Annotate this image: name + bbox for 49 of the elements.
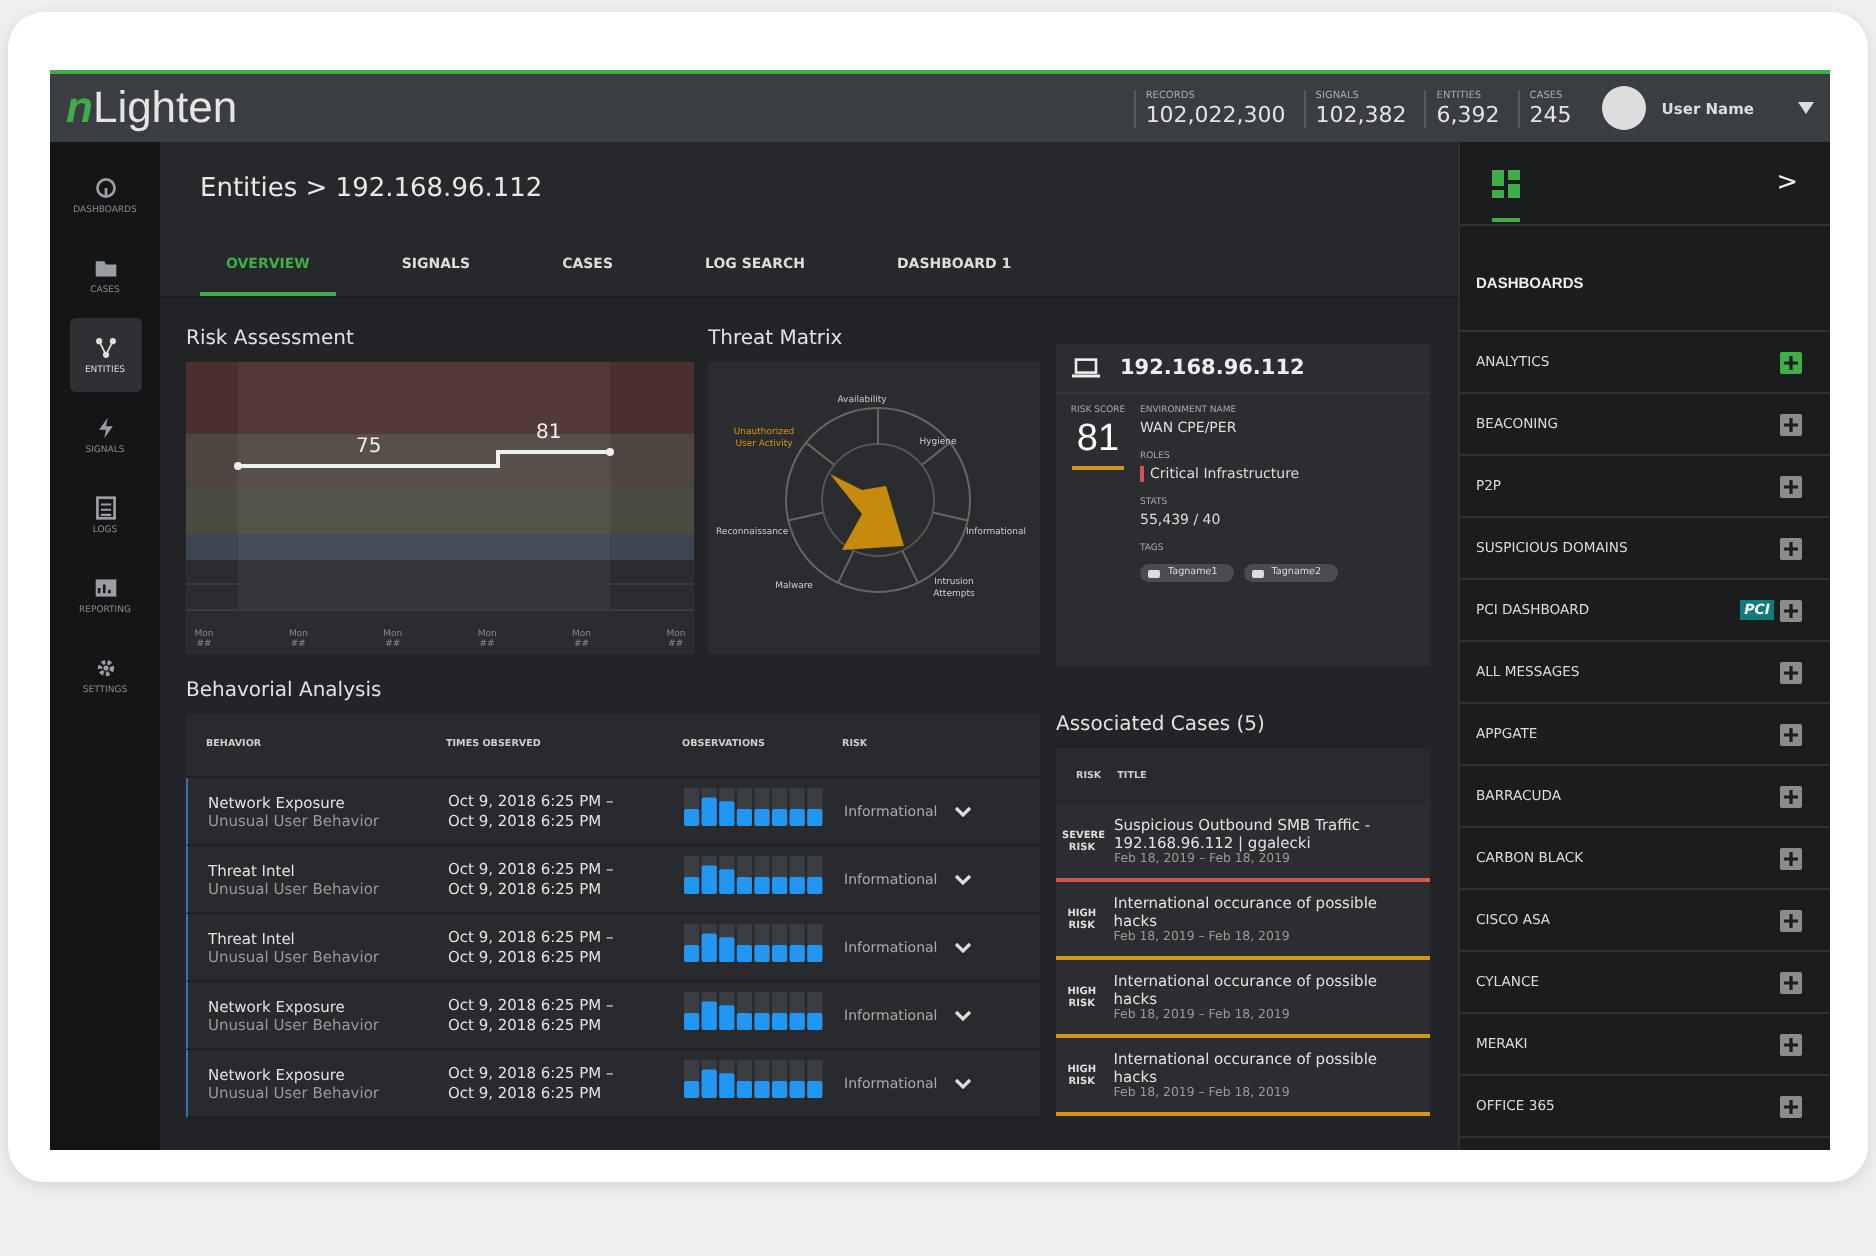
add-button[interactable] (1780, 537, 1802, 559)
add-button[interactable] (1780, 785, 1802, 807)
stat-value: 102,022,300 (1145, 101, 1286, 127)
folder-icon (93, 255, 117, 279)
add-button[interactable] (1780, 847, 1802, 869)
observation-bars-drawing (684, 992, 824, 1030)
chevron-down-icon[interactable] (953, 941, 972, 953)
observation-bars-drawing (684, 1060, 824, 1098)
add-button[interactable] (1780, 723, 1802, 745)
list-icon (93, 495, 117, 519)
nodes-icon (93, 335, 117, 359)
stat-value: 245 (1529, 101, 1572, 127)
caret-icon[interactable] (1798, 102, 1814, 114)
add-button[interactable] (1780, 1095, 1802, 1117)
stat-value: 102,382 (1315, 101, 1407, 127)
score-label: 81 (536, 422, 562, 444)
chevron-down-icon[interactable] (953, 1077, 972, 1089)
entity-name: 192.168.96.112 (1120, 356, 1305, 380)
avatar-circle[interactable] (1601, 86, 1646, 130)
score-label: 75 (356, 436, 382, 458)
bolt-icon (93, 415, 117, 439)
laptop-icon (1072, 358, 1100, 378)
gear-icon (93, 655, 117, 679)
stat-value: 6,392 (1436, 101, 1500, 127)
risk-score: 81 (1072, 416, 1124, 470)
section-title: Risk Assessment (186, 328, 356, 350)
collapse-button[interactable]: > (1776, 168, 1798, 198)
add-button[interactable] (1780, 351, 1802, 373)
observation-bars-drawing (684, 856, 824, 894)
chevron-down-icon[interactable] (953, 873, 972, 885)
add-button[interactable] (1780, 475, 1802, 497)
chart-icon (93, 575, 117, 599)
gauge-icon (93, 175, 117, 199)
add-button[interactable] (1780, 599, 1802, 621)
section-title: Behavorial Analysis (186, 680, 384, 702)
chevron-down-icon[interactable] (953, 805, 972, 817)
add-button[interactable] (1780, 661, 1802, 683)
dashboard-grid-icon[interactable] (1492, 169, 1520, 221)
section-title: Threat Matrix (708, 328, 845, 350)
breadcrumb: Entities > 192.168.96.112 (200, 172, 545, 208)
section-title: Associated Cases (5) (1056, 714, 1267, 736)
add-button[interactable] (1780, 909, 1802, 931)
observation-bars-drawing (684, 924, 824, 962)
observation-bars-drawing (684, 788, 824, 826)
add-button[interactable] (1780, 971, 1802, 993)
chevron-down-icon[interactable] (953, 1009, 972, 1021)
add-button[interactable] (1780, 413, 1802, 435)
add-button[interactable] (1780, 1033, 1802, 1055)
logo: nLighten (66, 82, 238, 134)
